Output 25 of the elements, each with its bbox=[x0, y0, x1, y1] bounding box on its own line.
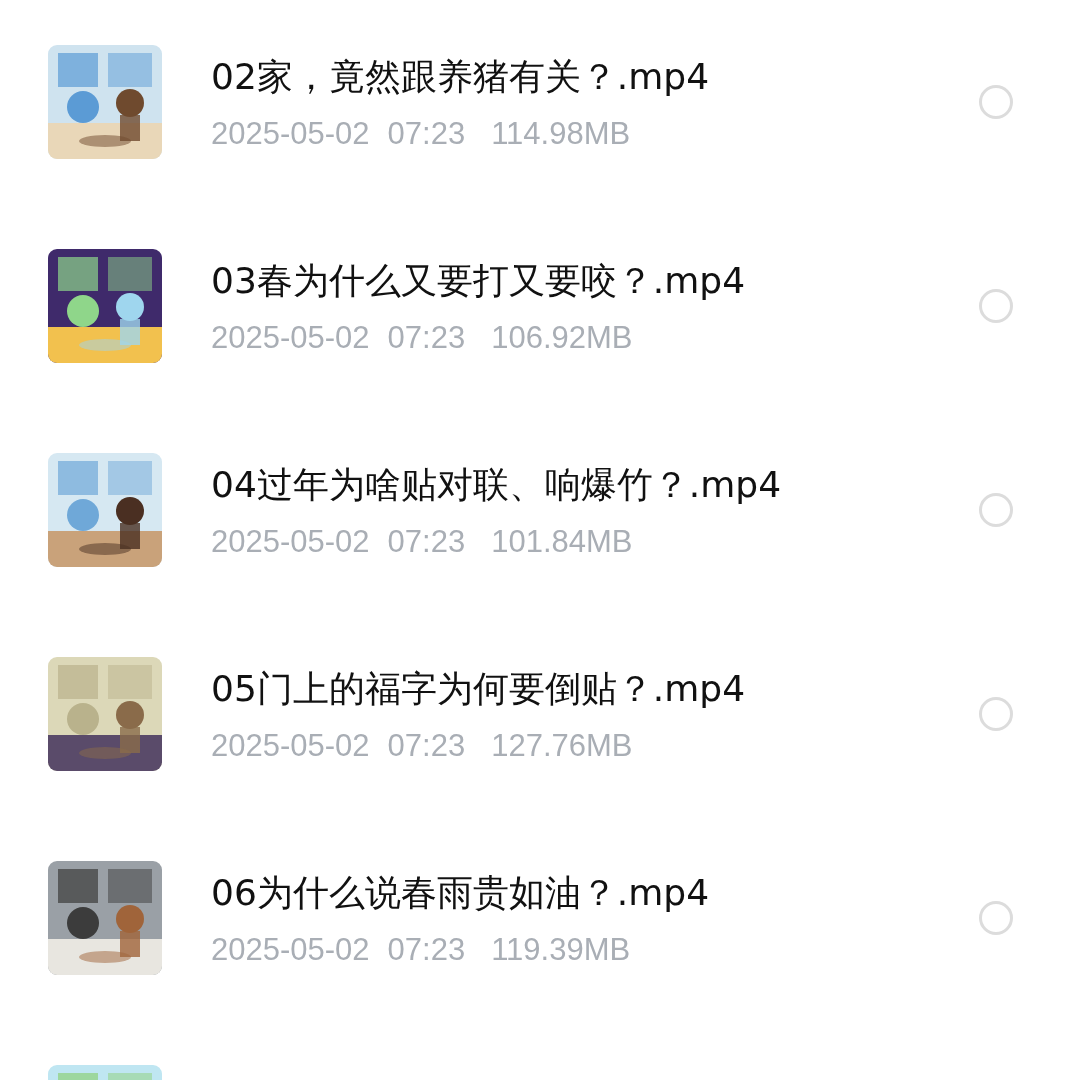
select-radio[interactable] bbox=[979, 697, 1013, 731]
file-name: 06为什么说春雨贵如油？.mp4 bbox=[211, 870, 711, 915]
file-date: 2025-05-02 bbox=[211, 523, 370, 560]
select-radio[interactable] bbox=[979, 85, 1013, 119]
file-size: 114.98MB bbox=[491, 115, 631, 152]
file-time: 07:23 bbox=[387, 319, 466, 356]
file-name: 05门上的福字为何要倒贴？.mp4 bbox=[211, 666, 747, 711]
file-time: 07:23 bbox=[387, 931, 466, 968]
file-size: 119.39MB bbox=[491, 931, 631, 968]
file-name: 02家，竟然跟养猪有关？.mp4 bbox=[211, 54, 711, 99]
file-size: 127.76MB bbox=[491, 727, 633, 764]
file-date: 2025-05-02 bbox=[211, 727, 370, 764]
select-radio[interactable] bbox=[979, 289, 1013, 323]
select-radio[interactable] bbox=[979, 901, 1013, 935]
file-time: 07:23 bbox=[387, 523, 466, 560]
file-time: 07:23 bbox=[387, 115, 466, 152]
file-date: 2025-05-02 bbox=[211, 319, 370, 356]
file-date: 2025-05-02 bbox=[211, 115, 370, 152]
file-name: 03春为什么又要打又要咬？.mp4 bbox=[211, 258, 747, 303]
file-size: 106.92MB bbox=[491, 319, 633, 356]
select-radio[interactable] bbox=[979, 493, 1013, 527]
file-time: 07:23 bbox=[387, 727, 466, 764]
file-date: 2025-05-02 bbox=[211, 931, 370, 968]
file-size: 101.84MB bbox=[491, 523, 633, 560]
file-name: 04过年为啥贴对联、响爆竹？.mp4 bbox=[211, 462, 783, 507]
